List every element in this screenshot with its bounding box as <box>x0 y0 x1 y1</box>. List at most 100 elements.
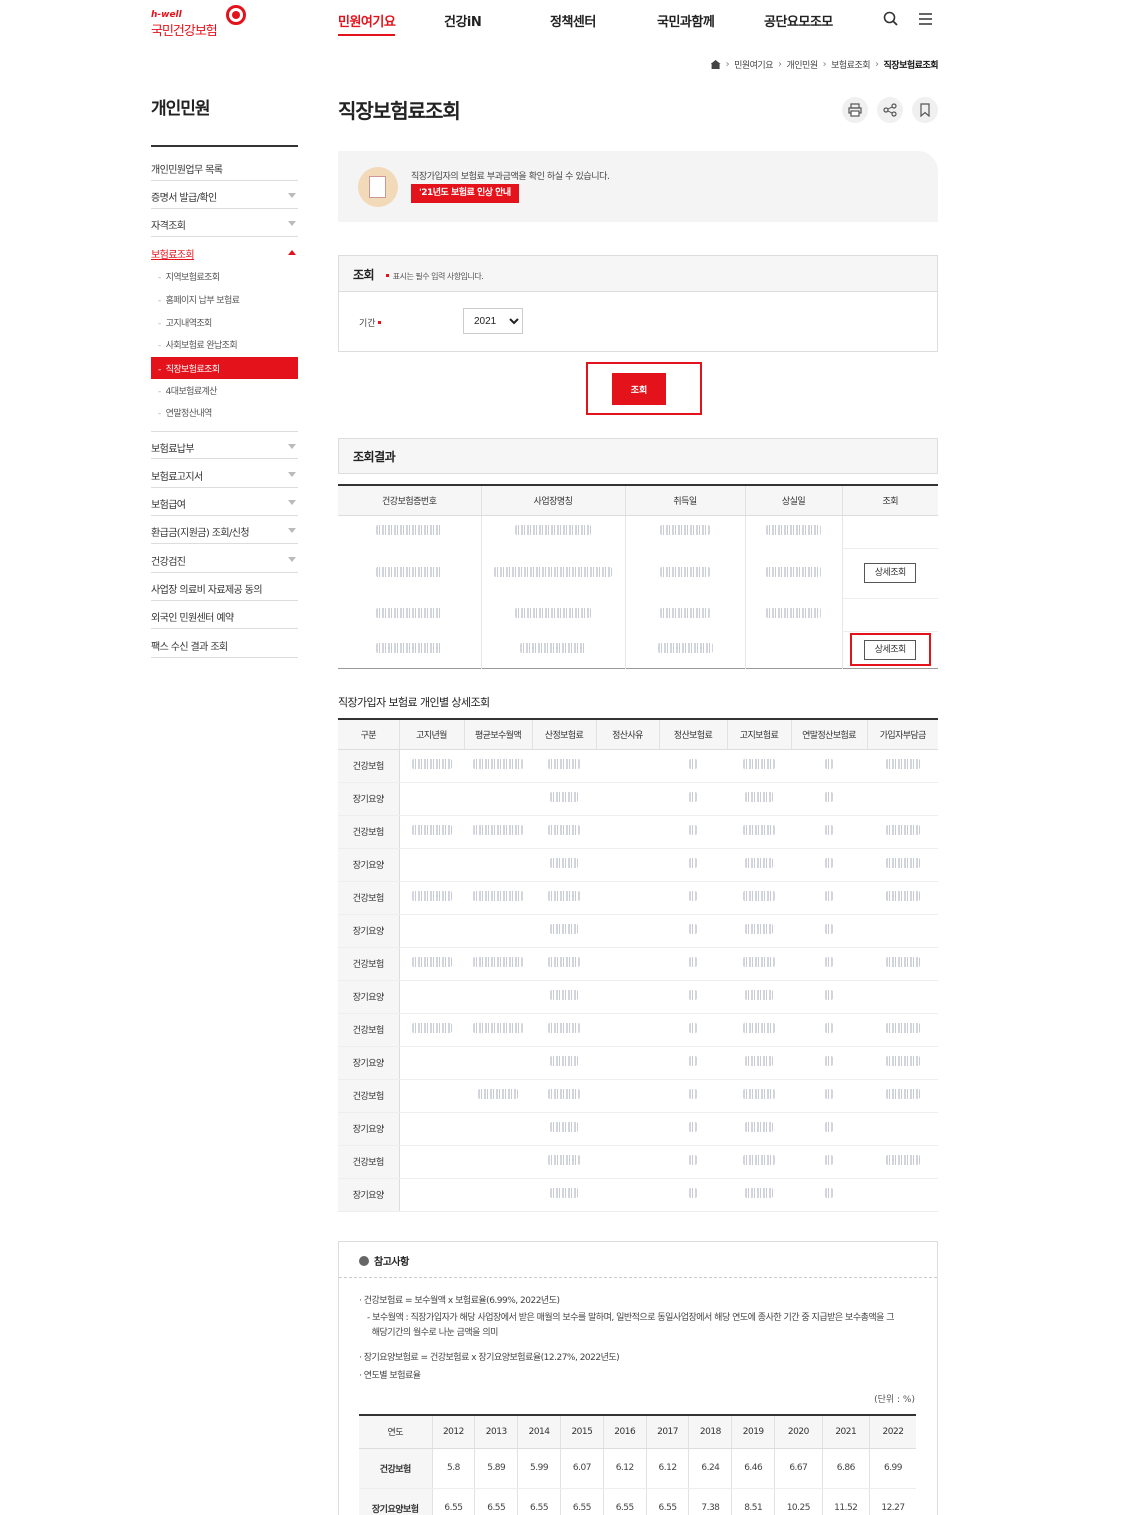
redacted-value <box>478 1089 518 1099</box>
redacted-value <box>743 1023 775 1033</box>
home-icon[interactable] <box>710 60 721 69</box>
lnb-item[interactable]: 환급금(지원금) 조회/신청 <box>151 516 298 544</box>
search-button[interactable]: 조회 <box>612 373 666 405</box>
chevron-right-icon: › <box>875 59 879 70</box>
redacted-value <box>825 1023 833 1033</box>
detail-button[interactable]: 상세조회 <box>864 563 917 583</box>
lnb-sub-item[interactable]: 지역보험료조회 <box>151 265 298 287</box>
gnb-about[interactable]: 공단요모조모 <box>764 11 833 30</box>
row-label: 장기요양 <box>338 848 400 882</box>
breadcrumb-item[interactable]: 민원여기요 <box>734 58 773 71</box>
chevron-down-icon <box>288 528 296 533</box>
redacted-value <box>766 566 821 577</box>
redacted-value <box>885 759 920 769</box>
lnb-sub-item-active[interactable]: 직장보험료조회 <box>151 357 298 379</box>
rate-cell: 5.89 <box>474 1448 518 1489</box>
redacted-value <box>550 1188 578 1198</box>
column-header: 조회 <box>841 485 938 516</box>
share-button[interactable] <box>877 97 903 123</box>
search-icon[interactable] <box>882 10 900 28</box>
highlight-box <box>850 633 931 666</box>
table-header-row: 구분 고지년월 평균보수월액 산정보험료 정산사유 정산보험료 고지보험료 연말… <box>338 719 938 750</box>
note-text: 건강보험료 = 보수월액 x 보험료율(6.99%, 2022년도) <box>363 1296 560 1306</box>
lnb-item-label: 개인민원업무 목록 <box>151 165 223 176</box>
results-table: 건강보험증번호 사업장명칭 취득일 상실일 조회 상세조회 상세조회 <box>338 484 938 669</box>
redacted-value <box>376 566 443 577</box>
redacted-value <box>411 759 452 769</box>
chevron-down-icon <box>288 500 296 505</box>
period-select[interactable]: 2021 <box>463 308 523 334</box>
lnb-item-label: 건강검진 <box>151 557 186 568</box>
column-header: 2021 <box>821 1415 870 1449</box>
redacted-value <box>515 608 591 618</box>
bookmark-button[interactable] <box>912 97 938 123</box>
menu-icon[interactable] <box>917 10 935 28</box>
table-row: 장기요양 <box>338 980 938 1014</box>
gnb-health-in[interactable]: 건강iN <box>444 11 482 30</box>
redacted-value <box>473 957 523 967</box>
redacted-value <box>766 525 821 536</box>
lnb-item-label: 자격조회 <box>151 221 186 232</box>
logo-mark-icon <box>226 5 246 25</box>
rate-increase-button[interactable]: '21년도 보험료 인상 안내 <box>411 184 519 203</box>
table-row: 장기요양 <box>338 782 938 816</box>
breadcrumb-item[interactable]: 보험료조회 <box>831 58 870 71</box>
lnb-sub-item[interactable]: 고지내역조회 <box>151 311 298 333</box>
redacted-value <box>885 858 920 868</box>
note-line: · 장기요양보험료 = 건강보험료 x 장기요양보험료율(12.27%, 202… <box>359 1353 620 1363</box>
required-note-text: 표시는 필수 입력 사항입니다. <box>392 272 484 281</box>
redacted-value <box>473 1023 523 1033</box>
lnb-item[interactable]: 자격조회 <box>151 209 298 237</box>
lnb-item[interactable]: 보험료고지서 <box>151 460 298 488</box>
column-header: 정산사유 <box>595 719 659 750</box>
lnb-item-label: 보험료고지서 <box>151 472 203 483</box>
lnb-item[interactable]: 외국인 민원센터 예약 <box>151 601 298 629</box>
breadcrumb-current[interactable]: 직장보험료조회 <box>884 58 939 71</box>
redacted-value <box>885 825 920 835</box>
gnb-together[interactable]: 국민과함께 <box>657 11 715 30</box>
lnb-item-premium-inquiry[interactable]: 보험료조회 <box>151 238 298 266</box>
lnb-item[interactable]: 보험급여 <box>151 488 298 516</box>
lnb-item-label: 외국인 민원센터 예약 <box>151 613 234 624</box>
lnb-item[interactable]: 건강검진 <box>151 545 298 573</box>
lnb-item[interactable]: 증명서 발급/확인 <box>151 181 298 209</box>
rate-cell: 6.99 <box>869 1448 916 1489</box>
lnb-sub-item[interactable]: 홈페이지 납부 보험료 <box>151 288 298 310</box>
note-text: 장기요양보험료 = 건강보험료 x 장기요양보험료율(12.27%, 2022년… <box>363 1353 620 1363</box>
lnb-item[interactable]: 사업장 의료비 자료제공 동의 <box>151 573 298 601</box>
rate-cell: 6.12 <box>602 1448 647 1489</box>
redacted-value <box>689 759 697 769</box>
logo-small: h-well <box>151 10 182 20</box>
lnb-sub-item[interactable]: 4대보험료계산 <box>151 379 298 401</box>
redacted-value <box>548 891 580 901</box>
rate-cell: 10.25 <box>774 1488 823 1515</box>
check-circle-icon <box>359 1256 369 1266</box>
lnb-item[interactable]: 개인민원업무 목록 <box>151 153 298 181</box>
table-row: 건강보험 <box>338 814 938 849</box>
redacted-value <box>411 957 452 967</box>
column-header: 2017 <box>645 1415 689 1449</box>
info-text: 직장가입자의 보험료 부과금액을 확인 하실 수 있습니다. <box>411 172 610 182</box>
print-button[interactable] <box>842 97 868 123</box>
lnb-item-label: 보험료납부 <box>151 444 195 455</box>
detail-title: 직장가입자 보험료 개인별 상세조회 <box>338 696 490 709</box>
redacted-value <box>660 566 710 577</box>
gnb-policy[interactable]: 정책센터 <box>550 11 596 30</box>
lnb-item[interactable]: 팩스 수신 결과 조회 <box>151 630 298 658</box>
table-row <box>338 598 938 632</box>
lnb-sub-item[interactable]: 연말정산내역 <box>151 401 298 423</box>
lnb-item[interactable]: 보험료납부 <box>151 431 298 459</box>
table-row: 장기요양 <box>338 1178 938 1212</box>
column-header: 구분 <box>338 719 399 750</box>
column-header: 사업장명칭 <box>480 485 625 516</box>
breadcrumb-item[interactable]: 개인민원 <box>787 58 819 71</box>
redacted-value <box>825 957 833 967</box>
logo[interactable]: h-well 국민건강보험 <box>151 4 251 39</box>
row-label: 건강보험 <box>338 946 400 981</box>
column-header: 연말정산보험료 <box>790 719 867 750</box>
redacted-value <box>548 825 580 835</box>
gnb-civil[interactable]: 민원여기요 <box>338 11 396 36</box>
row-label: 건강보험 <box>359 1448 432 1489</box>
chevron-up-icon <box>288 250 296 255</box>
lnb-sub-item[interactable]: 사회보험료 완납조회 <box>151 333 298 355</box>
